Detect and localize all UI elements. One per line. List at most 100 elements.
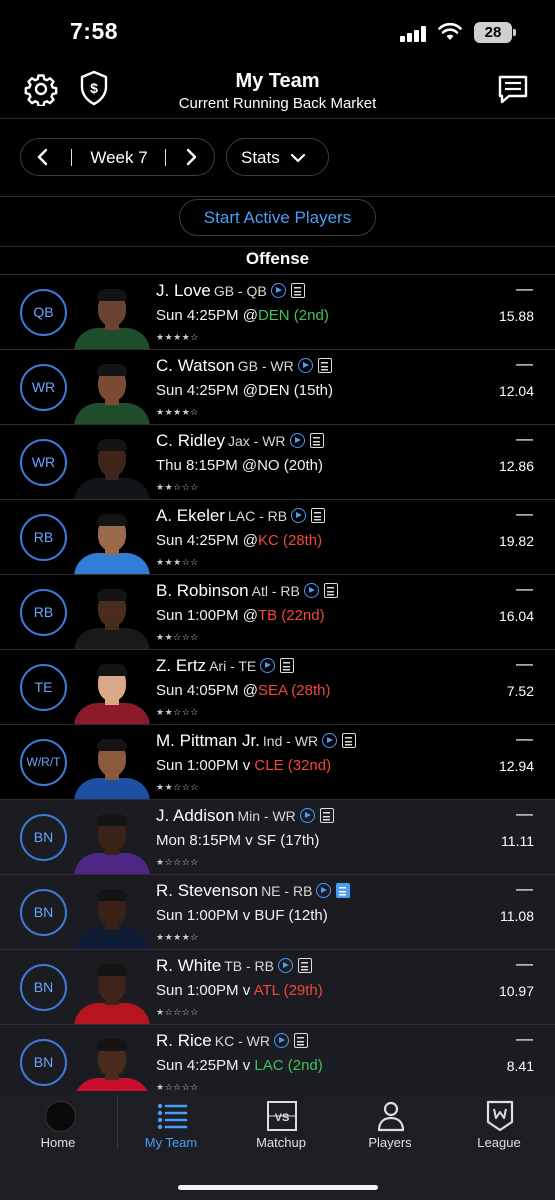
player-name[interactable]: R. Rice — [156, 1031, 212, 1050]
player-row[interactable]: RB A. Ekeler LAC - RB Sun 4:25PM @KC (28th)… — [0, 499, 555, 574]
game-time: Sun 4:05PM @ — [156, 682, 258, 699]
position-badge[interactable]: W/R/T — [20, 739, 67, 786]
week-label[interactable]: Week 7 — [73, 148, 165, 168]
player-row[interactable]: BN J. Addison Min - WR Mon 8:15PM v SF (17t… — [0, 799, 555, 874]
video-play-icon[interactable] — [260, 658, 276, 673]
player-name[interactable]: R. White — [156, 956, 221, 975]
start-active-players-button[interactable]: Start Active Players — [179, 199, 376, 236]
player-rating-stars: ★★★☆☆ — [156, 557, 199, 567]
position-badge[interactable]: TE — [20, 664, 67, 711]
player-row[interactable]: WR C. Ridley Jax - WR Thu 8:15PM @NO (20th)… — [0, 424, 555, 499]
player-team-position: LAC - RB — [227, 508, 288, 524]
position-badge[interactable]: QB — [20, 289, 67, 336]
news-note-icon[interactable] — [280, 658, 295, 673]
video-play-icon[interactable] — [289, 433, 305, 448]
player-name[interactable]: J. Addison — [156, 806, 234, 825]
player-team-position: Ind - WR — [262, 733, 319, 749]
player-avatar[interactable] — [72, 732, 152, 799]
player-rating-stars: ★★★★☆ — [156, 932, 199, 942]
divider — [0, 118, 555, 119]
player-name[interactable]: C. Watson — [156, 356, 235, 375]
player-name[interactable]: M. Pittman Jr. — [156, 731, 260, 750]
video-play-icon[interactable] — [273, 1033, 289, 1048]
player-team-position: Min - WR — [237, 808, 296, 824]
video-play-icon[interactable] — [270, 283, 286, 298]
player-name[interactable]: A. Ekeler — [156, 506, 225, 525]
player-rating-stars: ★★☆☆☆ — [156, 482, 199, 492]
news-note-icon[interactable] — [317, 358, 332, 373]
news-note-icon[interactable] — [297, 958, 312, 973]
player-row[interactable]: TE Z. Ertz Ari - TE Sun 4:05PM @SEA (28th) ★… — [0, 649, 555, 724]
player-avatar[interactable] — [72, 1032, 152, 1099]
news-note-icon[interactable] — [309, 433, 324, 448]
home-indicator — [178, 1185, 378, 1190]
video-play-icon[interactable] — [322, 733, 338, 748]
game-time: Mon 8:15PM v SF (17th) — [156, 832, 320, 849]
player-avatar[interactable] — [72, 882, 152, 949]
nav-home[interactable]: Home — [3, 1091, 113, 1161]
position-badge[interactable]: WR — [20, 364, 67, 411]
game-time: Sun 1:00PM v — [156, 982, 254, 999]
video-play-icon[interactable] — [299, 808, 315, 823]
player-team-position: GB - QB — [213, 283, 267, 299]
position-badge[interactable]: BN — [20, 1039, 67, 1086]
player-name[interactable]: B. Robinson — [156, 581, 249, 600]
video-play-icon[interactable] — [291, 508, 307, 523]
player-score-dash: — — [516, 429, 533, 448]
player-name[interactable]: J. Love — [156, 281, 211, 300]
player-rating-stars: ★★☆☆☆ — [156, 782, 199, 792]
news-note-icon[interactable] — [323, 583, 338, 598]
player-name[interactable]: C. Ridley — [156, 431, 225, 450]
player-game-info: Sun 1:00PM v BUF (12th) — [156, 907, 328, 924]
player-avatar[interactable] — [72, 582, 152, 649]
nav-my-team[interactable]: My Team — [116, 1091, 226, 1161]
video-play-icon[interactable] — [297, 358, 313, 373]
position-badge[interactable]: RB — [20, 589, 67, 636]
position-badge[interactable]: BN — [20, 889, 67, 936]
chevron-right-icon[interactable] — [181, 147, 201, 167]
news-note-icon[interactable] — [336, 883, 351, 898]
nav-matchup[interactable]: VS Matchup — [226, 1091, 336, 1161]
player-avatar[interactable] — [72, 282, 152, 349]
player-row[interactable]: WR C. Watson GB - WR Sun 4:25PM @DEN (15th)… — [0, 349, 555, 424]
player-avatar[interactable] — [72, 957, 152, 1024]
player-name[interactable]: Z. Ertz — [156, 656, 206, 675]
chat-icon[interactable] — [496, 72, 530, 106]
opponent-rank: ATL (29th) — [253, 982, 323, 999]
player-name-line: Z. Ertz Ari - TE — [156, 656, 295, 676]
player-row[interactable]: RB B. Robinson Atl - RB Sun 1:00PM @TB (22n… — [0, 574, 555, 649]
stats-dropdown[interactable]: Stats — [226, 138, 329, 176]
player-avatar[interactable] — [72, 657, 152, 724]
chevron-left-icon[interactable] — [33, 147, 53, 167]
player-avatar[interactable] — [72, 507, 152, 574]
player-game-info: Sun 4:25PM @DEN (2nd) — [156, 307, 329, 324]
video-play-icon[interactable] — [303, 583, 319, 598]
position-badge[interactable]: RB — [20, 514, 67, 561]
page-subtitle[interactable]: Current Running Back Market — [0, 95, 555, 112]
position-badge[interactable]: WR — [20, 439, 67, 486]
projected-points: 16.04 — [498, 608, 534, 624]
news-note-icon[interactable] — [311, 508, 326, 523]
player-row[interactable]: BN R. Stevenson NE - RB Sun 1:00PM v BUF (1… — [0, 874, 555, 949]
news-note-icon[interactable] — [290, 283, 305, 298]
player-row[interactable]: BN R. White TB - RB Sun 1:00PM v ATL (29th)… — [0, 949, 555, 1024]
nav-players[interactable]: Players — [335, 1091, 445, 1161]
player-row[interactable]: QB J. Love GB - QB Sun 4:25PM @DEN (2nd) ★★★… — [0, 274, 555, 349]
app-header: $ My Team Current Running Back Market — [0, 62, 555, 118]
player-avatar[interactable] — [72, 357, 152, 424]
nav-league[interactable]: League — [444, 1091, 554, 1161]
video-play-icon[interactable] — [277, 958, 293, 973]
video-play-icon[interactable] — [316, 883, 332, 898]
player-avatar[interactable] — [72, 807, 152, 874]
news-note-icon[interactable] — [319, 808, 334, 823]
player-row[interactable]: BN R. Rice KC - WR Sun 4:25PM v LAC (2nd) ★☆… — [0, 1024, 555, 1099]
news-note-icon[interactable] — [293, 1033, 308, 1048]
position-badge[interactable]: BN — [20, 964, 67, 1011]
position-badge[interactable]: BN — [20, 814, 67, 861]
player-avatar[interactable] — [72, 432, 152, 499]
projected-points: 15.88 — [498, 308, 534, 324]
wifi-icon — [438, 22, 462, 40]
player-row[interactable]: W/R/T M. Pittman Jr. Ind - WR Sun 1:00PM v … — [0, 724, 555, 799]
player-name[interactable]: R. Stevenson — [156, 881, 258, 900]
news-note-icon[interactable] — [342, 733, 357, 748]
